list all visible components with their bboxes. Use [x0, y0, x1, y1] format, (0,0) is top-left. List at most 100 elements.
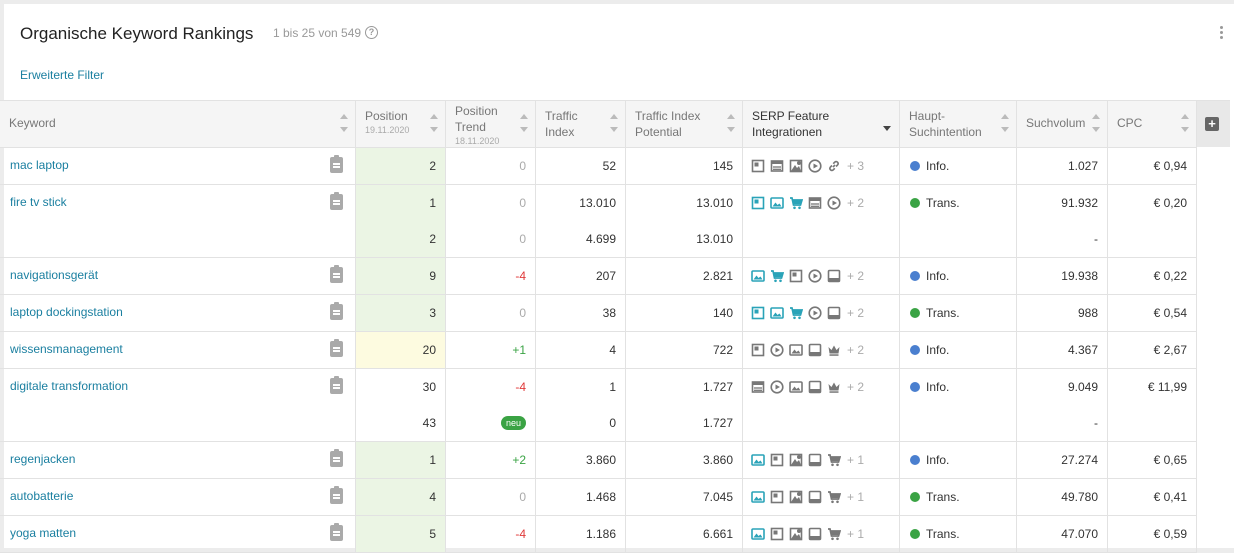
cart-icon[interactable] [827, 490, 842, 504]
panel-icon[interactable] [808, 490, 822, 504]
sort-desc-icon[interactable] [883, 126, 891, 131]
images-grid-icon[interactable] [789, 453, 803, 467]
column-header-trend[interactable]: Position Trend 18.11.2020 [446, 101, 536, 147]
featured-icon[interactable] [770, 453, 784, 467]
more-features[interactable]: + 3 [847, 159, 864, 173]
more-options-icon[interactable] [1218, 26, 1224, 40]
column-header-position[interactable]: Position 19.11.2020 [356, 101, 446, 147]
more-features[interactable]: + 1 [847, 527, 864, 541]
table-icon[interactable] [751, 380, 765, 394]
more-features[interactable]: + 2 [847, 380, 864, 394]
featured-icon[interactable] [789, 269, 803, 283]
images-grid-icon[interactable] [789, 490, 803, 504]
sort-icon[interactable] [1092, 114, 1100, 134]
advanced-filter-link[interactable]: Erweiterte Filter [20, 68, 104, 82]
clipboard-icon[interactable] [330, 376, 343, 394]
featured-icon[interactable] [751, 343, 765, 357]
link-icon[interactable] [827, 159, 841, 173]
cpc-cell: € 0,54 [1108, 295, 1197, 331]
image-icon[interactable] [789, 343, 803, 357]
crown-icon[interactable] [827, 380, 841, 394]
help-icon[interactable]: ? [365, 26, 378, 39]
keyword-link[interactable]: regenjacken [10, 452, 75, 466]
sort-icon[interactable] [610, 114, 618, 134]
keyword-link[interactable]: yoga matten [10, 526, 76, 540]
column-header-intent[interactable]: Haupt- Suchintention [900, 101, 1017, 147]
keyword-link[interactable]: mac laptop [10, 158, 69, 172]
column-header-volume[interactable]: Suchvolum [1017, 101, 1108, 147]
sort-icon[interactable] [340, 114, 348, 134]
result-count: 1 bis 25 von 549 [273, 26, 362, 40]
more-features[interactable]: + 1 [847, 490, 864, 504]
panel-icon[interactable] [808, 453, 822, 467]
image-icon[interactable] [770, 306, 784, 320]
keyword-link[interactable]: fire tv stick [10, 195, 67, 209]
image-icon[interactable] [751, 453, 765, 467]
keyword-link[interactable]: navigationsgerät [10, 268, 98, 282]
panel-icon[interactable] [827, 269, 841, 283]
column-header-keyword[interactable]: Keyword [0, 101, 356, 147]
column-header-traffic-potential[interactable]: Traffic Index Potential [626, 101, 743, 147]
panel-icon[interactable] [808, 380, 822, 394]
trend-cell: +1 [446, 332, 536, 368]
sort-icon[interactable] [520, 114, 528, 134]
clipboard-icon[interactable] [330, 339, 343, 357]
panel-icon[interactable] [827, 306, 841, 320]
keyword-link[interactable]: autobatterie [10, 489, 73, 503]
video-icon[interactable] [808, 269, 822, 283]
intent-cell: Trans. [900, 516, 1017, 552]
table-icon[interactable] [808, 196, 822, 210]
clipboard-icon[interactable] [330, 192, 343, 210]
image-icon[interactable] [789, 380, 803, 394]
cart-icon[interactable] [770, 269, 785, 283]
featured-icon[interactable] [770, 527, 784, 541]
image-icon[interactable] [751, 269, 765, 283]
cart-icon[interactable] [827, 527, 842, 541]
video-icon[interactable] [770, 343, 784, 357]
sort-icon[interactable] [430, 114, 438, 134]
image-icon[interactable] [770, 196, 784, 210]
panel-icon[interactable] [808, 527, 822, 541]
featured-icon[interactable] [751, 196, 765, 210]
crown-icon[interactable] [827, 343, 841, 357]
add-column-icon[interactable]: + [1205, 117, 1219, 131]
clipboard-icon[interactable] [330, 265, 343, 283]
video-icon[interactable] [770, 380, 784, 394]
cart-icon[interactable] [827, 453, 842, 467]
clipboard-icon[interactable] [330, 523, 343, 541]
panel-icon[interactable] [808, 343, 822, 357]
sort-icon[interactable] [1001, 114, 1009, 134]
featured-icon[interactable] [751, 159, 765, 173]
more-features[interactable]: + 2 [847, 269, 864, 283]
clipboard-icon[interactable] [330, 449, 343, 467]
video-icon[interactable] [808, 306, 822, 320]
sort-icon[interactable] [1181, 114, 1189, 134]
featured-icon[interactable] [770, 490, 784, 504]
sort-icon[interactable] [727, 114, 735, 134]
image-icon[interactable] [751, 527, 765, 541]
featured-icon[interactable] [751, 306, 765, 320]
cart-icon[interactable] [789, 196, 804, 210]
table-icon[interactable] [770, 159, 784, 173]
images-grid-icon[interactable] [789, 527, 803, 541]
keyword-link[interactable]: laptop dockingstation [10, 305, 123, 319]
column-header-cpc[interactable]: CPC [1108, 101, 1197, 147]
more-features[interactable]: + 2 [847, 306, 864, 320]
clipboard-icon[interactable] [330, 486, 343, 504]
column-header-traffic-index[interactable]: Traffic Index [536, 101, 626, 147]
video-icon[interactable] [827, 196, 841, 210]
clipboard-icon[interactable] [330, 155, 343, 173]
column-header-serp-features[interactable]: SERP Feature Integrationen [743, 101, 900, 147]
more-features[interactable]: + 1 [847, 453, 864, 467]
images-grid-icon[interactable] [789, 159, 803, 173]
more-features[interactable]: + 2 [847, 196, 864, 210]
more-features[interactable]: + 2 [847, 343, 864, 357]
traffic-potential-value: 13.010 [696, 232, 733, 246]
image-icon[interactable] [751, 490, 765, 504]
clipboard-icon[interactable] [330, 302, 343, 320]
video-icon[interactable] [808, 159, 822, 173]
traffic-potential-cell: 140 [626, 295, 743, 331]
keyword-link[interactable]: wissensmanagement [10, 342, 123, 356]
cart-icon[interactable] [789, 306, 804, 320]
keyword-link[interactable]: digitale transformation [10, 379, 128, 393]
